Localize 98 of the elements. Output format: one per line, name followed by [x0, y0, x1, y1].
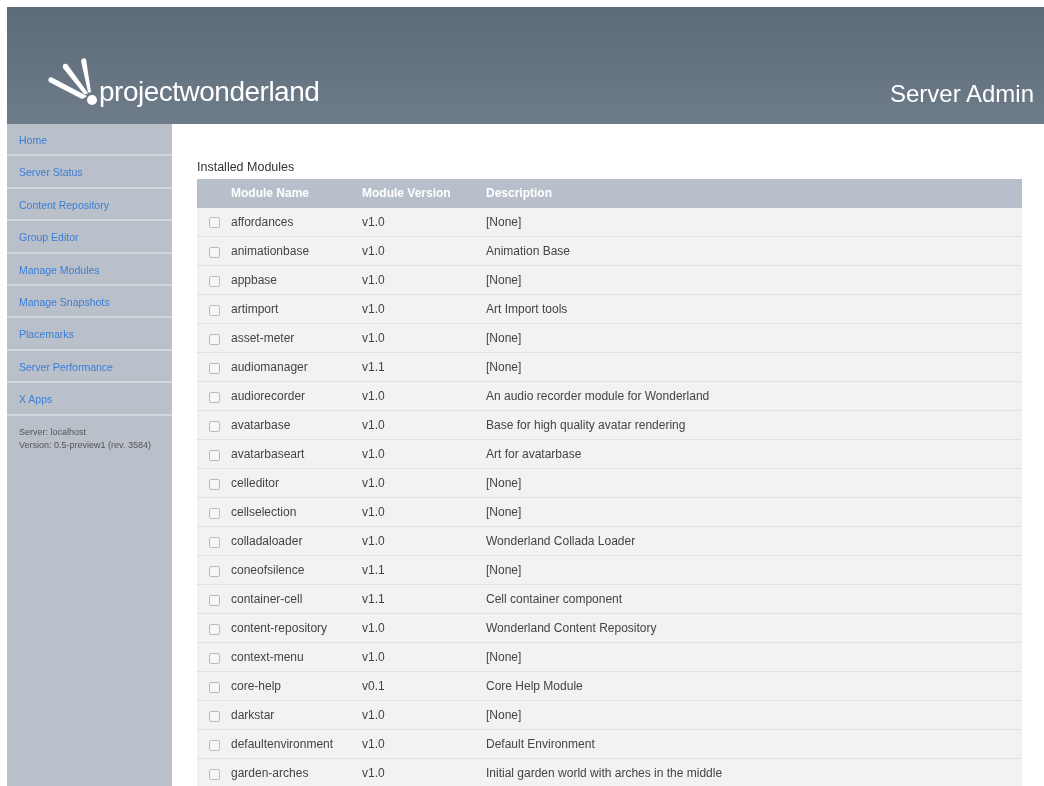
- row-checkbox[interactable]: [208, 652, 220, 664]
- row-checkbox[interactable]: [208, 565, 220, 577]
- table-cell: v1.0: [362, 331, 385, 346]
- column-header: Module Version: [362, 186, 451, 201]
- logo-text: projectwonderland: [99, 78, 320, 106]
- row-checkbox[interactable]: [208, 536, 220, 548]
- table-cell: v1.0: [362, 505, 385, 520]
- row-checkbox[interactable]: [208, 246, 220, 258]
- table-cell: v1.0: [362, 476, 385, 491]
- table-cell: artimport: [231, 302, 279, 317]
- table-cell: coneofsilence: [231, 563, 305, 578]
- row-checkbox[interactable]: [208, 739, 220, 751]
- table-cell: An audio recorder module for Wonderland: [486, 389, 710, 404]
- table-cell: animationbase: [231, 244, 310, 259]
- section-title: Installed Modules: [197, 159, 296, 176]
- table-cell: affordances: [231, 215, 294, 229]
- table-cell: darkstar: [231, 708, 275, 723]
- table-cell: [None]: [486, 708, 522, 723]
- table-cell: Core Help Module: [486, 679, 583, 694]
- table-cell: v1.0: [362, 215, 385, 229]
- table-cell: v1.0: [362, 534, 385, 549]
- row-checkbox[interactable]: [208, 217, 220, 229]
- table-cell: [None]: [486, 650, 522, 665]
- server-info-text: Version: 0.5-preview1 (rev. 3584): [19, 439, 152, 453]
- sidebar-link[interactable]: Content Repository: [7, 188, 172, 222]
- table-cell: Wonderland Content Repository: [486, 621, 657, 636]
- row-checkbox[interactable]: [208, 449, 220, 461]
- table-cell: [None]: [486, 360, 522, 375]
- row-checkbox[interactable]: [208, 391, 220, 403]
- sidebar-link[interactable]: Server Performance: [7, 350, 172, 384]
- table-cell: colladaloader: [231, 534, 303, 549]
- table-cell: v1.0: [362, 737, 385, 752]
- sidebar-link[interactable]: X Apps: [7, 383, 172, 416]
- table-cell: [None]: [486, 505, 522, 520]
- table-cell: Art for avatarbase: [486, 447, 582, 462]
- table-cell: Default Environment: [486, 737, 595, 752]
- table-cell: v1.0: [362, 447, 385, 462]
- column-header: Description: [486, 186, 552, 201]
- page-title: Server Admin: [889, 82, 1034, 106]
- sidebar-link[interactable]: Placemarks: [7, 318, 172, 351]
- table-cell: [None]: [486, 215, 522, 229]
- row-checkbox[interactable]: [208, 304, 220, 316]
- row-checkbox[interactable]: [208, 768, 220, 780]
- table-cell: v1.0: [362, 766, 385, 781]
- sidebar-link[interactable]: Server Status: [7, 156, 172, 189]
- table-cell: defaultenvironment: [231, 737, 334, 752]
- table-cell: v1.1: [362, 360, 385, 375]
- table-cell: celleditor: [231, 476, 280, 491]
- table-cell: garden-arches: [231, 766, 309, 781]
- table-cell: v0.1: [362, 679, 385, 694]
- logo-icon: [47, 58, 99, 106]
- sidebar-link[interactable]: Manage Snapshots: [7, 285, 172, 319]
- row-checkbox[interactable]: [208, 420, 220, 432]
- table-cell: v1.0: [362, 621, 385, 636]
- table-cell: Initial garden world with arches in the middle: [486, 766, 723, 781]
- table-cell: Wonderland Collada Loader: [486, 534, 636, 549]
- table-cell: Cell container component: [486, 592, 623, 607]
- table-cell: v1.0: [362, 302, 385, 317]
- row-checkbox[interactable]: [208, 710, 220, 722]
- sidebar-link[interactable]: Home: [7, 124, 172, 157]
- row-checkbox[interactable]: [208, 478, 220, 490]
- table-cell: Animation Base: [486, 244, 571, 259]
- row-checkbox[interactable]: [208, 681, 220, 693]
- table-cell: v1.0: [362, 650, 385, 665]
- server-info-text: Server: localhost: [19, 425, 88, 439]
- table-cell: Art Import tools: [486, 302, 568, 317]
- row-checkbox[interactable]: [208, 623, 220, 635]
- row-checkbox[interactable]: [208, 275, 220, 287]
- row-checkbox[interactable]: [208, 594, 220, 606]
- table-cell: v1.0: [362, 244, 385, 259]
- table-cell: [None]: [486, 476, 522, 491]
- table-cell: [None]: [486, 563, 522, 578]
- row-checkbox[interactable]: [208, 333, 220, 345]
- table-cell: v1.1: [362, 563, 385, 578]
- table-cell: Base for high quality avatar rendering: [486, 418, 686, 433]
- table-cell: v1.1: [362, 592, 385, 607]
- table-cell: avatarbase: [231, 418, 291, 433]
- table-cell: v1.0: [362, 273, 385, 288]
- table-cell: content-repository: [231, 621, 328, 636]
- table-cell: v1.0: [362, 389, 385, 404]
- table-cell: context-menu: [231, 650, 304, 665]
- table-cell: v1.0: [362, 418, 385, 433]
- table-cell: [None]: [486, 273, 522, 288]
- row-checkbox[interactable]: [208, 362, 220, 374]
- column-header: Module Name: [231, 186, 309, 201]
- table-cell: v1.0: [362, 708, 385, 723]
- table-cell: asset-meter: [231, 331, 295, 346]
- table-cell: avatarbaseart: [231, 447, 305, 462]
- table-cell: appbase: [231, 273, 278, 288]
- sidebar-link[interactable]: Manage Modules: [7, 253, 172, 286]
- table-cell: cellselection: [231, 505, 297, 520]
- table-cell: audiomanager: [231, 360, 308, 375]
- row-checkbox[interactable]: [208, 507, 220, 519]
- table-cell: core-help: [231, 679, 282, 694]
- table-cell: [None]: [486, 331, 522, 346]
- table-cell: container-cell: [231, 592, 303, 607]
- table-cell: audiorecorder: [231, 389, 306, 404]
- sidebar-link[interactable]: Group Editor: [7, 221, 172, 254]
